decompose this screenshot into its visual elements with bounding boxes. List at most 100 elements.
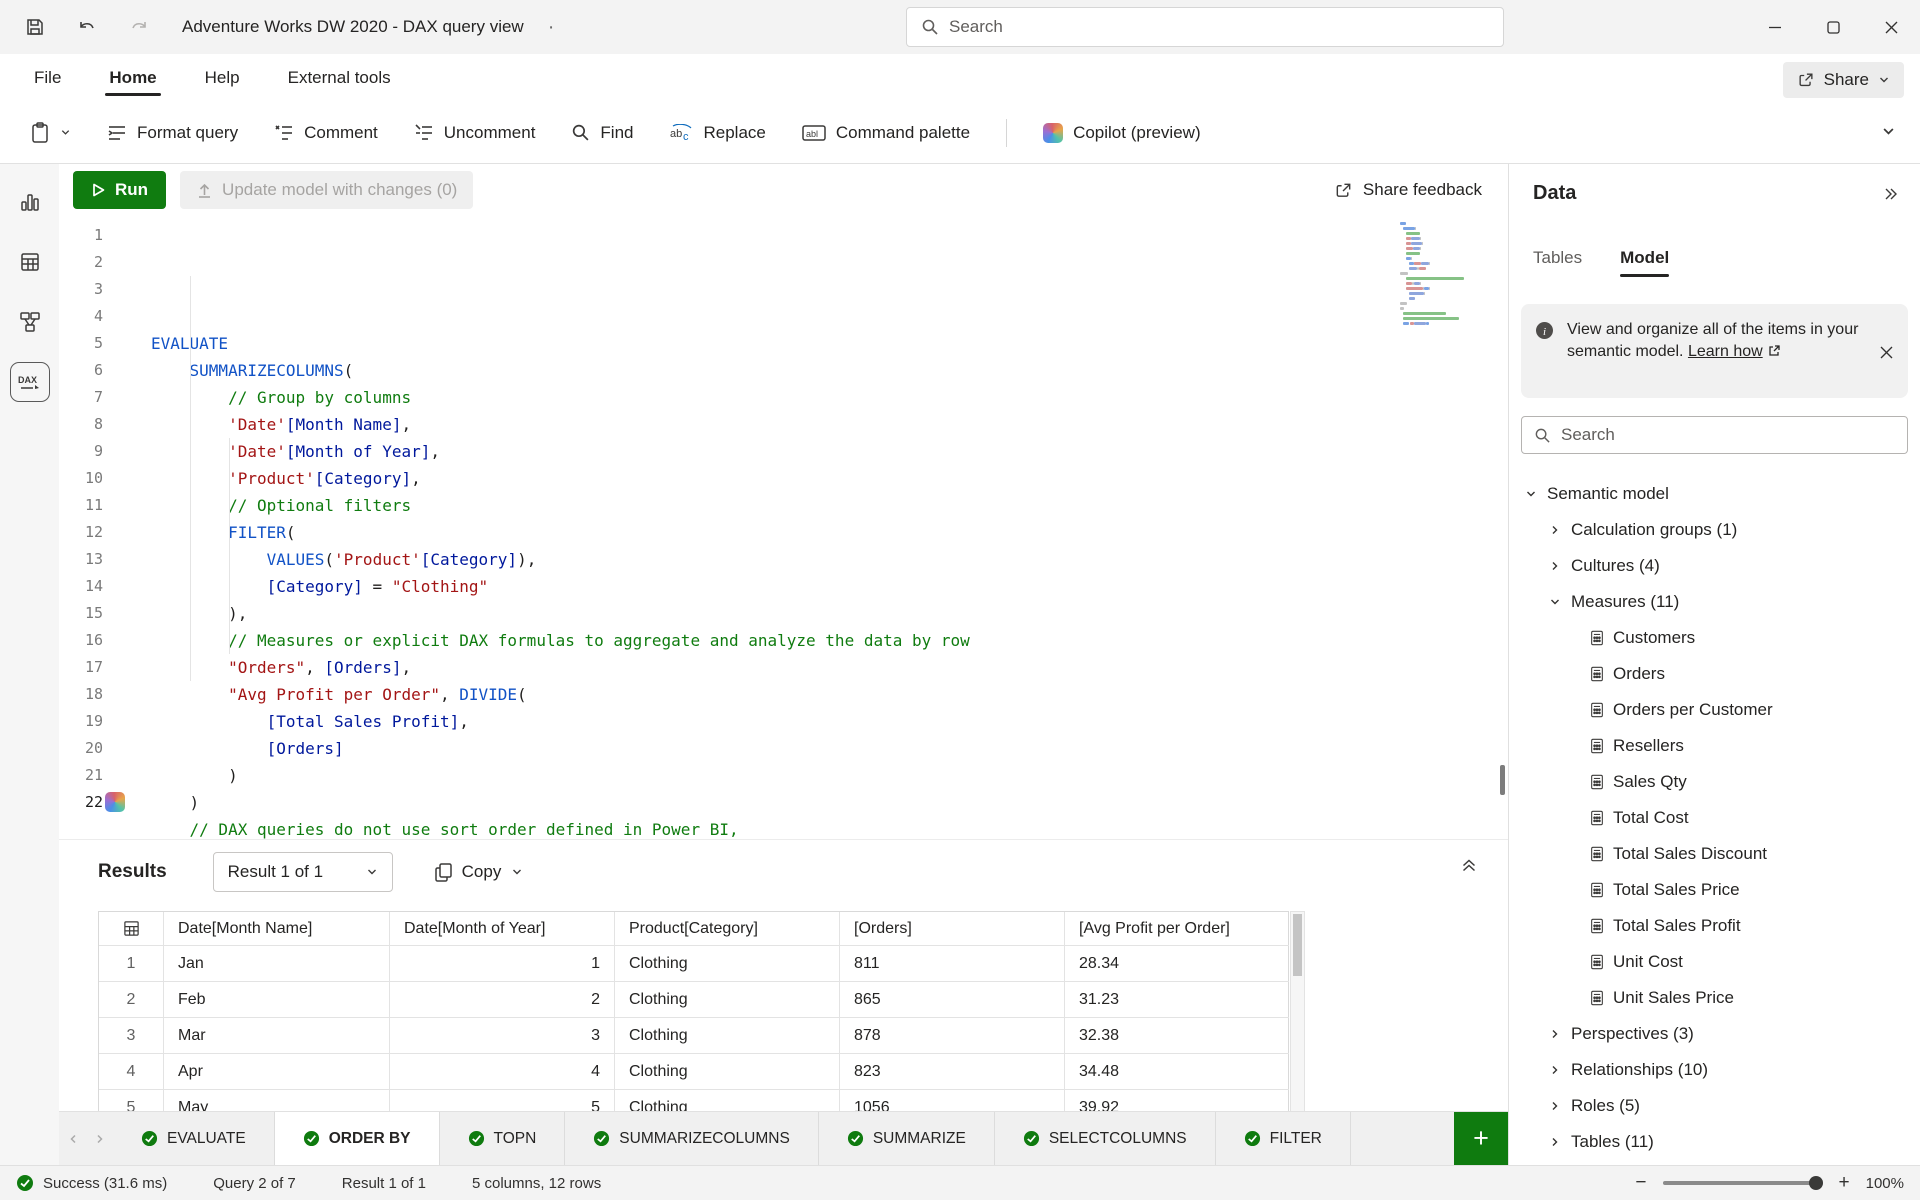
table-row[interactable]: 2 Feb 2 Clothing 865 31.23 [99, 982, 1289, 1018]
query-tab-summarizecolumns[interactable]: SUMMARIZECOLUMNS [565, 1112, 819, 1165]
inline-copilot-icon[interactable] [105, 792, 125, 812]
tabs-scroll-right-button[interactable] [86, 1112, 113, 1165]
tabs-scroll-left-button[interactable] [59, 1112, 86, 1165]
tree-item-unit-cost[interactable]: Unit Cost [1509, 944, 1920, 980]
menu-file[interactable]: File [32, 58, 63, 98]
code-line[interactable]: EVALUATE [151, 330, 1508, 357]
share-feedback-button[interactable]: Share feedback [1334, 172, 1482, 208]
query-tab-filter[interactable]: FILTER [1216, 1112, 1351, 1165]
editor-scrollbar[interactable] [1500, 765, 1505, 795]
menu-external-tools[interactable]: External tools [286, 58, 393, 98]
share-button[interactable]: Share [1782, 62, 1904, 98]
tree-item-calculation-groups-1[interactable]: Calculation groups (1) [1509, 512, 1920, 548]
table-row[interactable]: 1 Jan 1 Clothing 811 28.34 [99, 946, 1289, 982]
query-tab-topn[interactable]: TOPN [440, 1112, 566, 1165]
column-header[interactable]: Date[Month Name] [164, 912, 390, 946]
tab-tables[interactable]: Tables [1533, 248, 1582, 277]
table-row[interactable]: 5 May 5 Clothing 1056 39.92 [99, 1090, 1288, 1111]
tree-item-customers[interactable]: Customers [1509, 620, 1920, 656]
paste-button[interactable] [30, 121, 71, 144]
menu-home[interactable]: Home [105, 58, 161, 98]
tree-item-tables-11[interactable]: Tables (11) [1509, 1124, 1920, 1160]
command-palette-button[interactable]: abl Command palette [802, 123, 970, 143]
code-line[interactable]: [Total Sales Profit], [151, 708, 1508, 735]
code-line[interactable]: ), [151, 600, 1508, 627]
code-line[interactable]: [Category] = "Clothing" [151, 573, 1508, 600]
zoom-slider-thumb[interactable] [1808, 1176, 1823, 1190]
code-line[interactable]: VALUES('Product'[Category]), [151, 546, 1508, 573]
code-line[interactable]: ) [151, 762, 1508, 789]
redo-button[interactable] [124, 12, 154, 42]
query-tab-summarize[interactable]: SUMMARIZE [819, 1112, 995, 1165]
code-line[interactable]: // Group by columns [151, 384, 1508, 411]
tree-item-total-sales-profit[interactable]: Total Sales Profit [1509, 908, 1920, 944]
result-selector[interactable]: Result 1 of 1 [212, 852, 393, 892]
zoom-in-button[interactable]: + [1839, 1172, 1850, 1194]
tree-item-roles-5[interactable]: Roles (5) [1509, 1088, 1920, 1124]
tree-item-relationships-10[interactable]: Relationships (10) [1509, 1052, 1920, 1088]
tree-item-total-cost[interactable]: Total Cost [1509, 800, 1920, 836]
code-area[interactable]: EVALUATE SUMMARIZECOLUMNS( // Group by c… [129, 216, 1508, 839]
run-button[interactable]: Run [73, 171, 167, 209]
undo-button[interactable] [72, 12, 102, 42]
tree-item-measures-11[interactable]: Measures (11) [1509, 584, 1920, 620]
collapse-ribbon-button[interactable] [1881, 124, 1896, 139]
nav-model-view[interactable] [10, 302, 50, 342]
table-row[interactable]: 3 Mar 3 Clothing 878 32.38 [99, 1018, 1289, 1054]
query-tab-order-by[interactable]: ORDER BY [274, 1112, 440, 1165]
column-header[interactable]: [Avg Profit per Order] [1065, 912, 1289, 946]
tree-item-orders[interactable]: Orders [1509, 656, 1920, 692]
nav-table-view[interactable] [10, 242, 50, 282]
tree-item-sales-qty[interactable]: Sales Qty [1509, 764, 1920, 800]
scrollbar-thumb[interactable] [1293, 914, 1302, 976]
code-line[interactable]: ) [151, 789, 1508, 816]
format-query-button[interactable]: Format query [107, 123, 238, 143]
table-row[interactable]: 4 Apr 4 Clothing 823 34.48 [99, 1054, 1289, 1090]
code-line[interactable]: 'Product'[Category], [151, 465, 1508, 492]
external-link-icon[interactable] [1767, 344, 1781, 358]
find-button[interactable]: Find [571, 123, 634, 143]
save-button[interactable] [20, 12, 50, 42]
query-tab-evaluate[interactable]: EVALUATE [113, 1112, 275, 1165]
code-line[interactable]: 'Date'[Month Name], [151, 411, 1508, 438]
code-line[interactable]: SUMMARIZECOLUMNS( [151, 357, 1508, 384]
code-line[interactable]: // Measures or explicit DAX formulas to … [151, 627, 1508, 654]
tab-model[interactable]: Model [1620, 248, 1670, 277]
menu-help[interactable]: Help [203, 58, 242, 98]
copy-button[interactable]: Copy [434, 852, 524, 892]
code-line[interactable]: "Orders", [Orders], [151, 654, 1508, 681]
code-line[interactable]: [Orders] [151, 735, 1508, 762]
minimap[interactable] [1400, 222, 1488, 332]
close-button[interactable] [1862, 0, 1920, 54]
dismiss-info-button[interactable] [1874, 340, 1898, 364]
collapse-results-button[interactable] [1460, 856, 1478, 874]
uncomment-button[interactable]: Uncomment [414, 123, 535, 143]
tree-item-resellers[interactable]: Resellers [1509, 728, 1920, 764]
zoom-slider[interactable] [1662, 1176, 1823, 1190]
code-line[interactable]: // Optional filters [151, 492, 1508, 519]
tree-item-cultures-4[interactable]: Cultures (4) [1509, 548, 1920, 584]
tree-item-total-sales-discount[interactable]: Total Sales Discount [1509, 836, 1920, 872]
code-line[interactable]: 'Date'[Month of Year], [151, 438, 1508, 465]
global-search-input[interactable]: Search [906, 7, 1504, 47]
column-header[interactable]: Date[Month of Year] [390, 912, 615, 946]
learn-how-link[interactable]: Learn how [1688, 343, 1763, 360]
code-line[interactable]: // DAX queries do not use sort order def… [151, 816, 1508, 839]
maximize-button[interactable] [1804, 0, 1862, 54]
column-header[interactable]: [Orders] [840, 912, 1065, 946]
collapse-data-pane-button[interactable] [1882, 186, 1898, 202]
tree-item-semantic-model[interactable]: Semantic model [1509, 476, 1920, 512]
query-tab-selectcolumns[interactable]: SELECTCOLUMNS [995, 1112, 1216, 1165]
minimize-button[interactable] [1746, 0, 1804, 54]
column-header[interactable]: Product[Category] [615, 912, 840, 946]
update-model-button[interactable]: Update model with changes (0) [180, 171, 474, 209]
replace-button[interactable]: ab c Replace [670, 123, 766, 143]
model-search-input[interactable]: Search [1521, 416, 1908, 454]
code-line[interactable]: FILTER( [151, 519, 1508, 546]
tree-item-perspectives-3[interactable]: Perspectives (3) [1509, 1016, 1920, 1052]
code-line[interactable]: "Avg Profit per Order", DIVIDE( [151, 681, 1508, 708]
new-query-tab-button[interactable]: + [1454, 1112, 1508, 1165]
copilot-button[interactable]: Copilot (preview) [1043, 122, 1201, 143]
results-scrollbar[interactable] [1290, 911, 1305, 1111]
zoom-out-button[interactable]: − [1635, 1172, 1646, 1194]
